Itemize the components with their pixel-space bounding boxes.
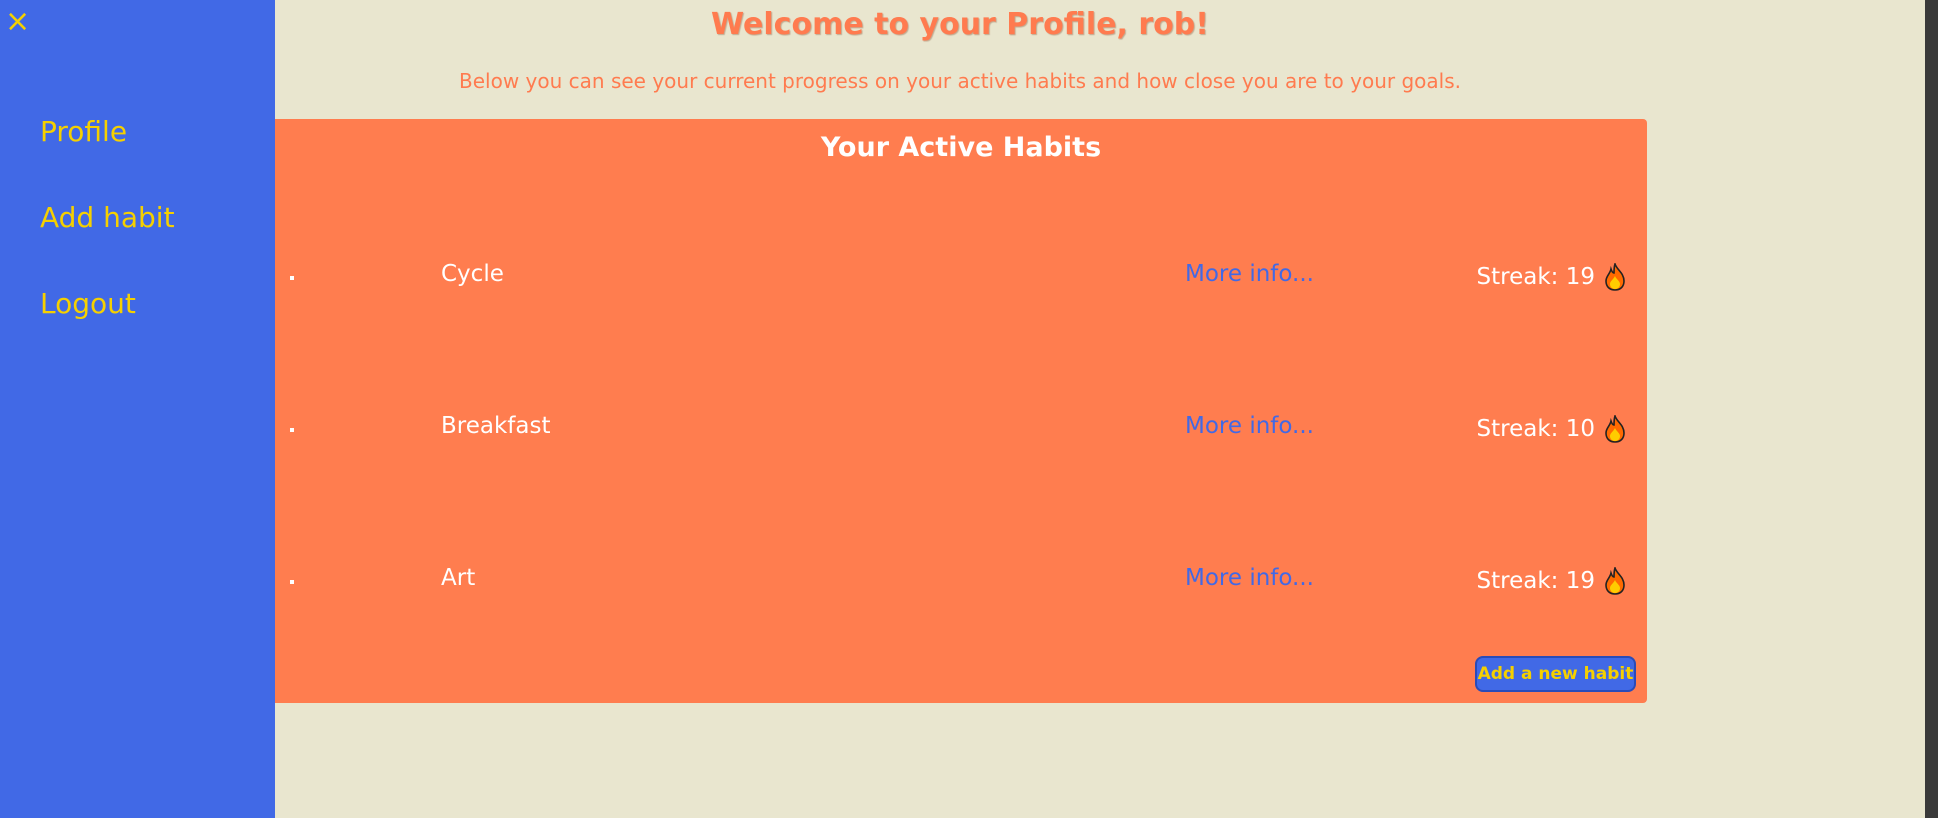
- habit-row: Cycle More info... Streak: 19: [275, 261, 1647, 301]
- panel-title: Your Active Habits: [820, 132, 1102, 163]
- scrollbar[interactable]: [1921, 0, 1938, 818]
- bullet: [290, 276, 294, 280]
- sidebar-item-logout[interactable]: Logout: [40, 287, 136, 320]
- sidebar-item-profile[interactable]: Profile: [40, 115, 127, 148]
- sidebar-item-add-habit[interactable]: Add habit: [40, 201, 175, 234]
- habit-row: Breakfast More info... Streak: 10: [275, 413, 1647, 453]
- bullet: [290, 428, 294, 432]
- streak-label: Streak: 10: [1476, 416, 1595, 442]
- streak-indicator: Streak: 19: [1477, 567, 1627, 595]
- streak-label: Streak: 19: [1476, 568, 1595, 594]
- fire-icon: [1605, 415, 1625, 443]
- fire-icon: [1605, 567, 1625, 595]
- habit-name: Cycle: [441, 261, 504, 287]
- more-info-link[interactable]: More info...: [1185, 413, 1314, 439]
- streak-indicator: Streak: 10: [1477, 415, 1627, 443]
- page-subtitle: Below you can see your current progress …: [459, 69, 1461, 93]
- sidebar: × Profile Add habit Logout: [0, 0, 275, 818]
- close-icon[interactable]: ×: [5, 6, 30, 38]
- scrollbar-track: [1921, 0, 1925, 818]
- habit-row: Art More info... Streak: 19: [275, 565, 1647, 605]
- habit-name: Art: [441, 565, 476, 591]
- add-habit-button[interactable]: Add a new habit: [1475, 656, 1636, 692]
- habit-name: Breakfast: [441, 413, 551, 439]
- bullet: [290, 580, 294, 584]
- streak-label: Streak: 19: [1476, 264, 1595, 290]
- page-title: Welcome to your Profile, rob!: [711, 7, 1209, 42]
- streak-indicator: Streak: 19: [1477, 263, 1627, 291]
- active-habits-panel: Your Active Habits Cycle More info... St…: [275, 119, 1647, 703]
- more-info-link[interactable]: More info...: [1185, 261, 1314, 287]
- fire-icon: [1605, 263, 1625, 291]
- more-info-link[interactable]: More info...: [1185, 565, 1314, 591]
